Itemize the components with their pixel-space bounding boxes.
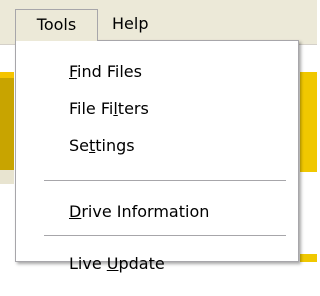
menu-item-placeholder: [17, 217, 297, 251]
menu-tools[interactable]: Tools: [15, 9, 98, 41]
background-dark-yellow-strip: [0, 78, 14, 170]
background-yellow-strip: [300, 72, 317, 172]
menu-item-live-update[interactable]: Live Update: [17, 247, 297, 281]
menu-item-label-post: ind Files: [77, 62, 142, 81]
menu-item-label-pre: Live: [69, 254, 107, 273]
menu-item-mnemonic: F: [69, 62, 78, 81]
menu-separator: [44, 180, 286, 182]
menu-item-label-pre: Se: [69, 136, 89, 155]
menu-help[interactable]: Help: [104, 9, 156, 41]
background-panel-strip: [0, 170, 14, 184]
menu-item-file-filters[interactable]: File Filters: [17, 92, 297, 126]
menu-bar: Tools Help: [0, 0, 317, 45]
menu-item-label-pre: File Fi: [69, 99, 114, 118]
menu-item-label-post: pdate: [118, 254, 165, 273]
background-app-right-edge: [300, 44, 317, 296]
background-app-left-edge: [0, 44, 14, 296]
menu-item-label-post: ters: [117, 99, 149, 118]
menu-item-label-post: tings: [95, 136, 135, 155]
menu-item-mnemonic: U: [106, 254, 119, 273]
menu-item-settings[interactable]: Settings: [17, 129, 297, 163]
menu-item-find-files[interactable]: Find Files: [17, 55, 297, 89]
tools-dropdown-menu: Find Files File Filters Settings Drive I…: [15, 40, 299, 273]
